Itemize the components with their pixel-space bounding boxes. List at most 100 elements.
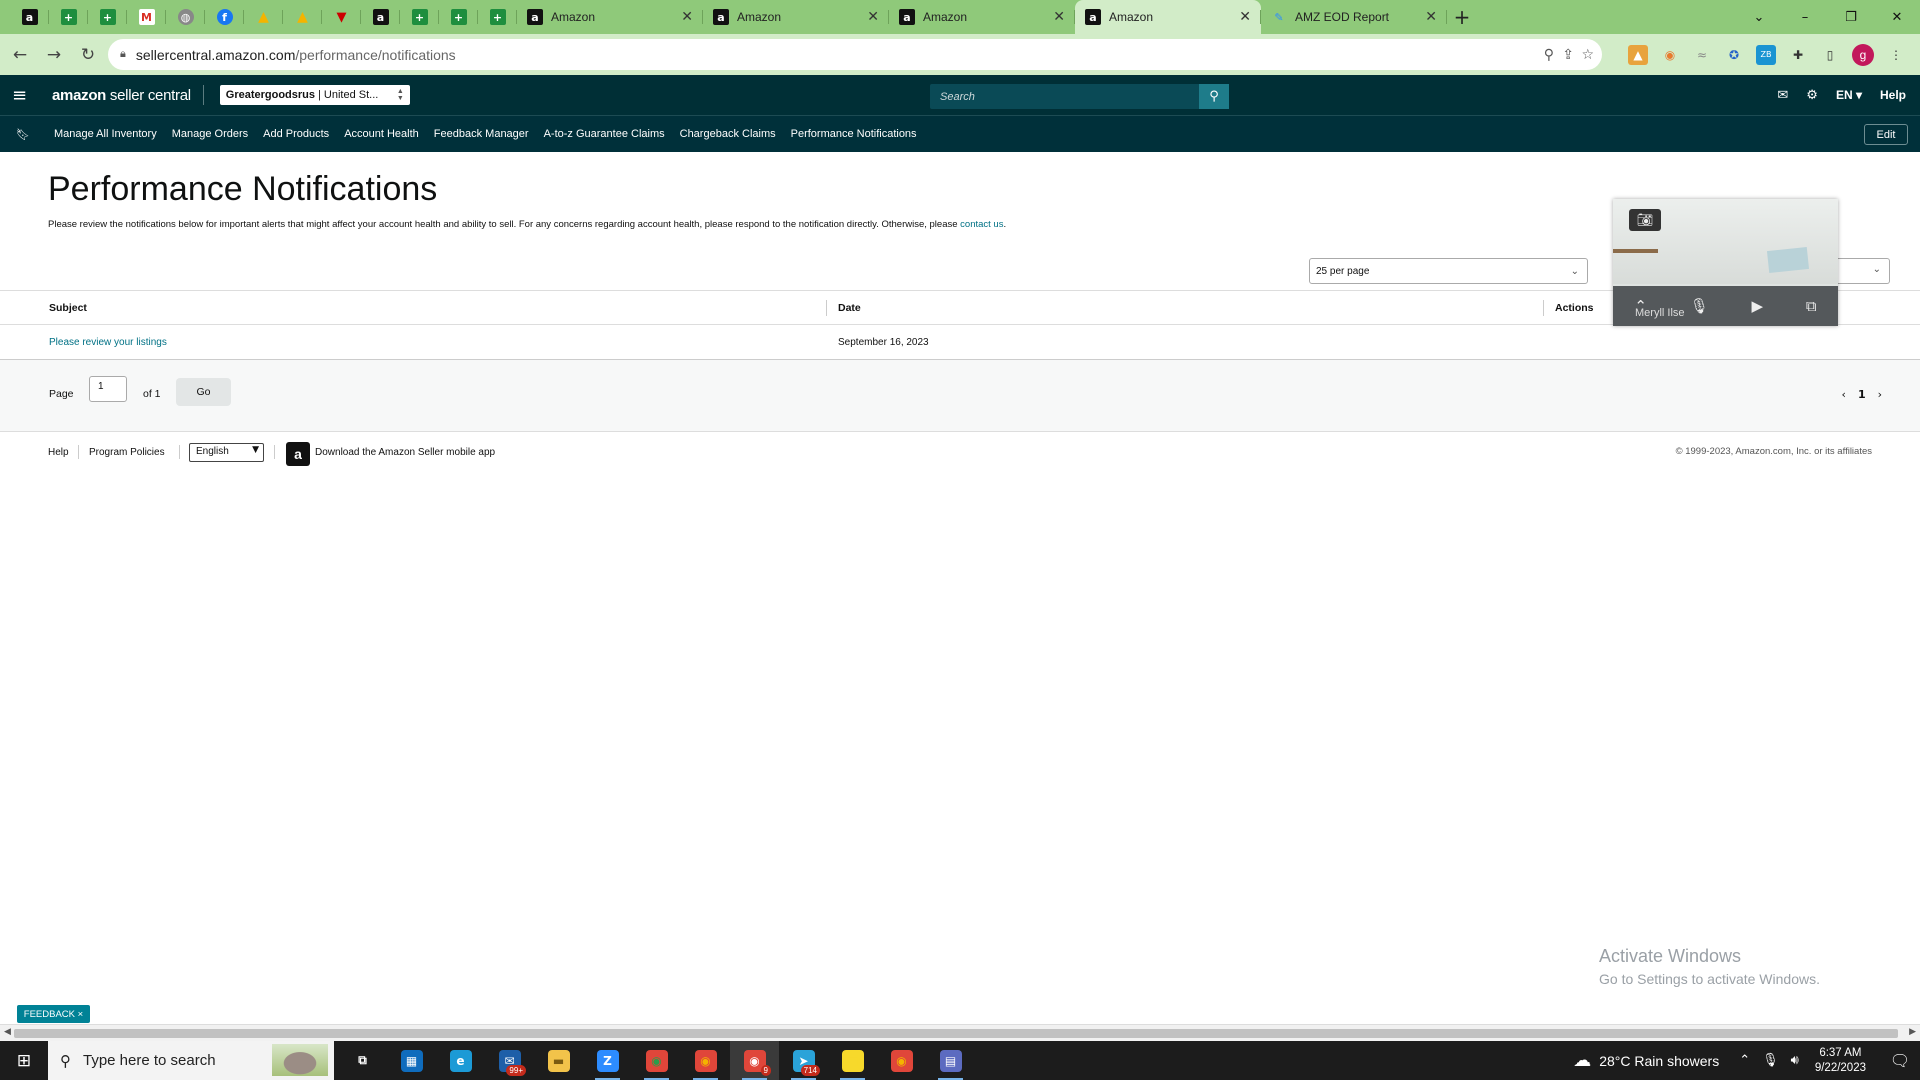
nav-item-performance-notifications[interactable]: Performance Notifications — [791, 128, 917, 140]
seller-central-logo[interactable]: amazon seller central — [52, 87, 191, 104]
address-bar[interactable]: 🔒︎ sellercentral.amazon.com/performance/… — [108, 39, 1602, 70]
mail-app[interactable]: ✉ 99+ — [485, 1041, 534, 1080]
extension-icon-4[interactable]: ✪ — [1724, 45, 1744, 65]
nav-item-a-to-z-guarantee-claims[interactable]: A-to-z Guarantee Claims — [544, 128, 665, 140]
task-view-app[interactable]: ⧉ — [338, 1041, 387, 1080]
explorer-app[interactable]: ▬ — [534, 1041, 583, 1080]
filter-select[interactable]: ⌄ — [1830, 258, 1890, 284]
extension-icon-3[interactable]: ≈ — [1692, 45, 1712, 65]
go-button[interactable]: Go — [176, 378, 231, 406]
calculator-app[interactable]: ▤ — [926, 1041, 975, 1080]
subject-header[interactable]: Subject — [49, 302, 87, 314]
telegram-app[interactable]: ➤ 714 — [779, 1041, 828, 1080]
tab-close-icon[interactable]: ✕ — [1239, 9, 1251, 25]
nav-item-add-products[interactable]: Add Products — [263, 128, 329, 140]
scroll-right-icon[interactable]: ▶ — [1909, 1027, 1916, 1037]
chrome-app-4[interactable]: ◉ — [877, 1041, 926, 1080]
feedback-button[interactable]: FEEDBACK × — [17, 1005, 90, 1023]
red-pinned-tab[interactable]: ▼ — [322, 0, 361, 34]
nav-item-manage-orders[interactable]: Manage Orders — [172, 128, 248, 140]
chrome-app-1[interactable]: ◉ — [632, 1041, 681, 1080]
globe-pinned-tab[interactable]: ◍ — [166, 0, 205, 34]
footer-help-link[interactable]: Help — [48, 447, 69, 458]
store-app[interactable]: ▦ — [387, 1041, 436, 1080]
browser-tab-2[interactable]: a Amazon ✕ — [703, 0, 889, 34]
weather-widget[interactable]: ☁ 28°C Rain showers — [1573, 1050, 1719, 1071]
video-call-overlay[interactable]: 📷︎ ⌃ 🎙︎ ▶ ⧉ Meryll Ilse — [1613, 199, 1838, 326]
tab-search-icon[interactable]: ⌄ — [1736, 10, 1782, 25]
date-header[interactable]: Date — [838, 302, 861, 314]
video-camera-icon[interactable]: ▶ — [1752, 297, 1764, 315]
per-page-select[interactable]: 25 per page ⌄ — [1309, 258, 1588, 284]
microphone-icon[interactable]: 🎙︎ — [1762, 1053, 1779, 1068]
sheets-pinned-tab-2[interactable]: + — [88, 0, 127, 34]
sheets-pinned-tab-4[interactable]: + — [439, 0, 478, 34]
drive-pinned-tab-1[interactable]: ▲ — [244, 0, 283, 34]
bookmark-icon[interactable]: 🔖︎ — [16, 128, 30, 141]
popout-icon[interactable]: ⧉ — [1806, 297, 1817, 315]
taskbar-search[interactable]: ⚲ Type here to search — [48, 1041, 334, 1080]
sheets-pinned-tab-3[interactable]: + — [400, 0, 439, 34]
close-window-button[interactable]: ✕ — [1874, 10, 1920, 25]
help-link[interactable]: Help — [1880, 88, 1906, 102]
extension-icon-5[interactable]: ZB — [1756, 44, 1776, 65]
nav-item-chargeback-claims[interactable]: Chargeback Claims — [680, 128, 776, 140]
share-icon[interactable]: ⇪ — [1562, 39, 1574, 70]
browser-tab-1[interactable]: a Amazon ✕ — [517, 0, 703, 34]
scroll-left-icon[interactable]: ◀ — [4, 1027, 11, 1037]
account-switcher[interactable]: Greatergoodsrus | United St... ▲ ▼ — [219, 85, 410, 105]
back-button[interactable]: ← — [6, 41, 34, 69]
browser-tab-3[interactable]: a Amazon ✕ — [889, 0, 1075, 34]
chrome-app-3[interactable]: ◉ 9 — [730, 1041, 779, 1080]
zoom-app[interactable]: Z — [583, 1041, 632, 1080]
nav-item-feedback-manager[interactable]: Feedback Manager — [434, 128, 529, 140]
reload-button[interactable]: ↻ — [74, 41, 102, 69]
notifications-icon[interactable]: 🗨︎ — [1880, 1051, 1920, 1070]
scrollbar-thumb[interactable] — [14, 1029, 1898, 1038]
edge-app[interactable]: e — [436, 1041, 485, 1080]
amazon-pinned-tab[interactable]: a — [10, 0, 49, 34]
chrome-app-2[interactable]: ◉ — [681, 1041, 730, 1080]
zoom-icon[interactable]: ⚲ — [1544, 39, 1554, 70]
minimize-button[interactable]: – — [1782, 10, 1828, 25]
previous-page-icon[interactable]: ‹ — [1842, 388, 1846, 401]
language-selector[interactable]: EN ▾ — [1836, 88, 1862, 102]
messages-envelope-icon[interactable]: ✉ — [1777, 88, 1788, 103]
notification-subject-link[interactable]: Please review your listings — [49, 337, 167, 348]
lock-icon[interactable]: 🔒︎ — [120, 48, 126, 61]
browser-tab-4[interactable]: a Amazon ✕ — [1075, 0, 1261, 34]
tab-close-icon[interactable]: ✕ — [1053, 9, 1065, 25]
side-panel-icon[interactable]: ▯ — [1820, 45, 1840, 65]
mute-mic-icon[interactable]: 🎙︎ — [1690, 297, 1709, 315]
download-app-link[interactable]: Download the Amazon Seller mobile app — [315, 447, 495, 458]
profile-avatar[interactable]: g — [1852, 43, 1874, 66]
bookmark-star-icon[interactable]: ☆ — [1581, 39, 1594, 70]
tab-close-icon[interactable]: ✕ — [867, 9, 879, 25]
settings-gear-icon[interactable]: ⚙ — [1806, 88, 1818, 103]
next-page-icon[interactable]: › — [1878, 388, 1882, 401]
nav-item-account-health[interactable]: Account Health — [344, 128, 419, 140]
new-tab-button[interactable]: + — [1447, 0, 1477, 34]
page-number-input[interactable]: 1 — [89, 376, 127, 402]
amazon-pinned-tab-2[interactable]: a — [361, 0, 400, 34]
gmail-pinned-tab[interactable]: M — [127, 0, 166, 34]
search-input[interactable]: Search — [940, 91, 1199, 103]
drive-pinned-tab-2[interactable]: ▲ — [283, 0, 322, 34]
show-hidden-icons-icon[interactable]: ⌃ — [1739, 1053, 1750, 1068]
volume-icon[interactable]: 🔊︎ — [1791, 1053, 1799, 1068]
tab-close-icon[interactable]: ✕ — [681, 9, 693, 25]
extension-icon-1[interactable]: ▲ — [1628, 44, 1648, 65]
horizontal-scrollbar[interactable]: ◀ ▶ — [0, 1024, 1920, 1041]
search-button[interactable]: ⚲ — [1199, 84, 1229, 109]
current-page-number[interactable]: 1 — [1858, 388, 1866, 401]
restore-button[interactable]: ❐ — [1828, 10, 1874, 25]
program-policies-link[interactable]: Program Policies — [89, 447, 165, 458]
facebook-pinned-tab[interactable]: f — [205, 0, 244, 34]
extensions-puzzle-icon[interactable]: ✚ — [1788, 45, 1808, 65]
browser-menu-icon[interactable]: ⋮ — [1886, 45, 1906, 65]
sheets-pinned-tab-5[interactable]: + — [478, 0, 517, 34]
edit-nav-button[interactable]: Edit — [1864, 124, 1908, 145]
footer-language-select[interactable]: English ▼ — [189, 443, 264, 462]
hamburger-menu-icon[interactable]: ≡ — [12, 85, 30, 106]
nav-item-manage-all-inventory[interactable]: Manage All Inventory — [54, 128, 157, 140]
